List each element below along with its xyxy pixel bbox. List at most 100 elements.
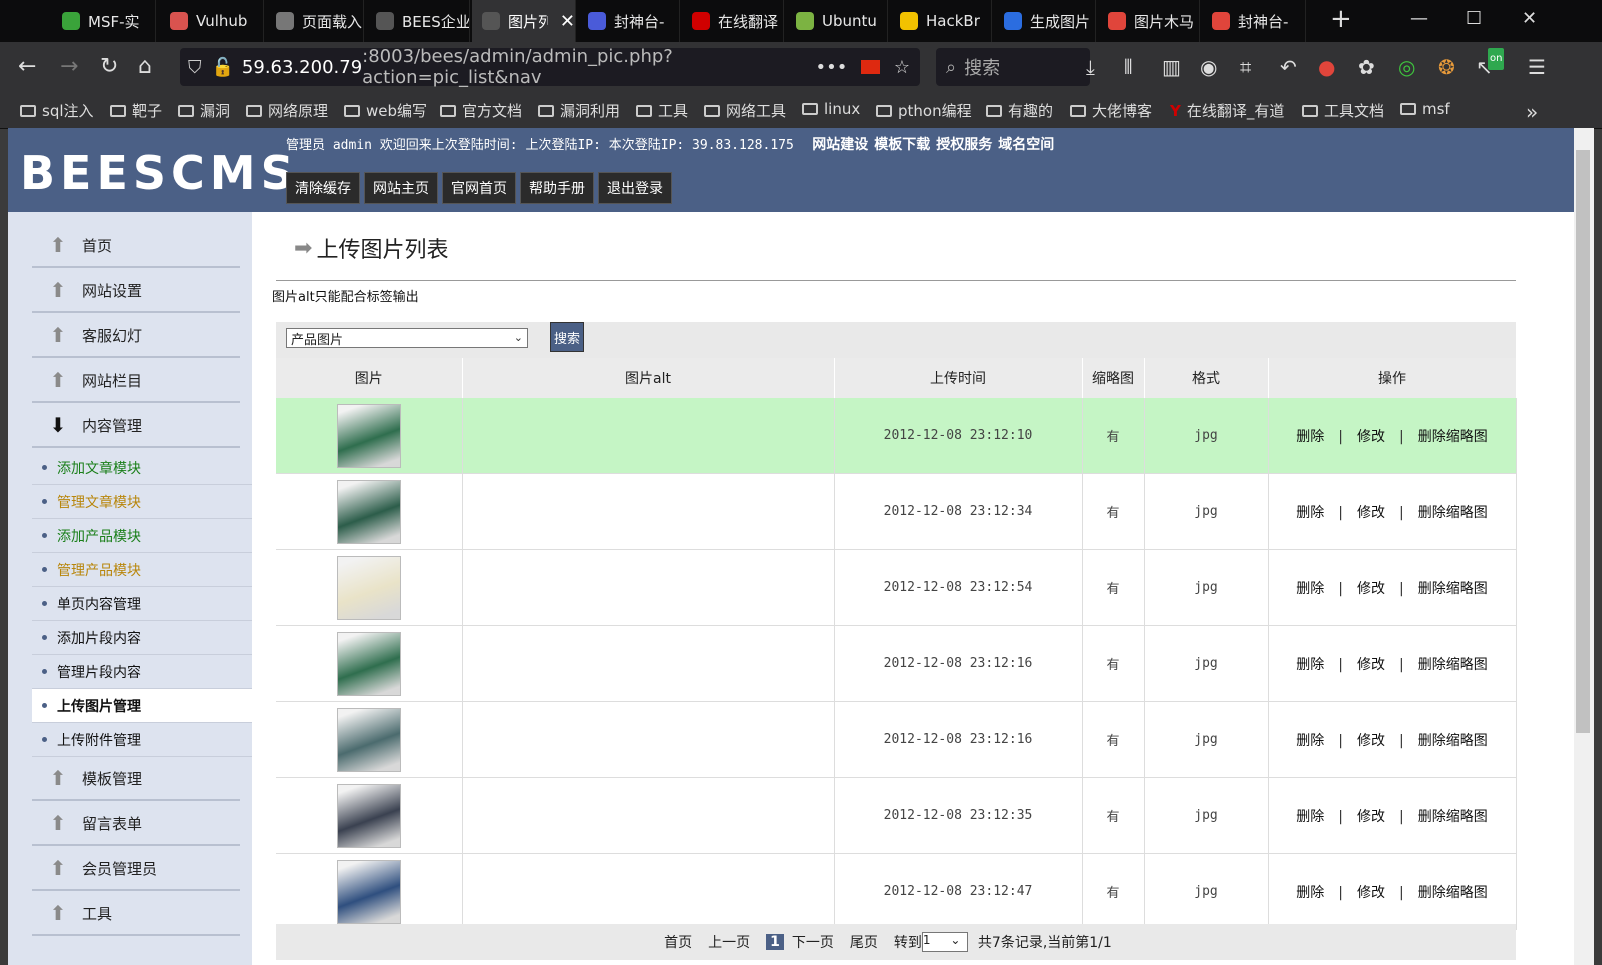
browser-tab[interactable]: 页面载入: [266, 0, 364, 42]
bookmark-star-icon[interactable]: ☆: [894, 57, 910, 78]
sidebar-item[interactable]: ⬆ 留言表单: [32, 802, 240, 846]
bookmark-folder[interactable]: 官方文档: [440, 100, 522, 121]
sidebar-subitem[interactable]: 添加片段内容: [32, 621, 252, 655]
header-button[interactable]: 网站主页: [364, 172, 438, 204]
delete-thumbnail-link[interactable]: 删除缩略图: [1418, 733, 1488, 749]
delete-thumbnail-link[interactable]: 删除缩略图: [1418, 885, 1488, 901]
menu-icon[interactable]: ☰: [1528, 56, 1546, 78]
extension-fox-icon[interactable]: ●: [1318, 56, 1335, 78]
browser-tab[interactable]: Vulhub: [160, 0, 264, 42]
edit-link[interactable]: 修改: [1357, 657, 1385, 673]
delete-thumbnail-link[interactable]: 删除缩略图: [1418, 809, 1488, 825]
delete-link[interactable]: 删除: [1296, 429, 1324, 445]
bookmark-folder[interactable]: Y 在线翻译_有道: [1170, 100, 1284, 121]
sidebar-item[interactable]: ⬆ 网站栏目: [32, 359, 240, 403]
sidebar-subitem[interactable]: 添加产品模块: [32, 519, 252, 553]
thumbnail-image[interactable]: [336, 479, 401, 544]
sidebar-subitem[interactable]: 添加文章模块: [32, 451, 252, 485]
delete-thumbnail-link[interactable]: 删除缩略图: [1418, 581, 1488, 597]
bookmark-folder[interactable]: 工具文档: [1302, 100, 1384, 121]
browser-tab[interactable]: 在线翻译: [682, 0, 784, 42]
sidebar-item[interactable]: ⬆ 模板管理: [32, 757, 240, 801]
sidebar-subitem[interactable]: 管理文章模块: [32, 485, 252, 519]
forward-icon[interactable]: →: [60, 54, 78, 80]
extension-green-icon[interactable]: ◎: [1398, 56, 1415, 78]
bookmark-folder[interactable]: 工具: [636, 100, 688, 121]
maximize-button[interactable]: ☐: [1466, 8, 1482, 29]
home-icon[interactable]: ⌂: [138, 54, 152, 80]
category-select[interactable]: 产品图片 ⌄: [286, 328, 528, 348]
edit-link[interactable]: 修改: [1357, 429, 1385, 445]
sidebar-item[interactable]: ⬆ 网站设置: [32, 269, 240, 313]
sidebar-item[interactable]: ⬆ 首页: [32, 224, 240, 268]
delete-link[interactable]: 删除: [1296, 885, 1324, 901]
library-icon[interactable]: ⫴: [1124, 56, 1132, 78]
edit-link[interactable]: 修改: [1357, 809, 1385, 825]
goto-page-select[interactable]: 1 ⌄: [921, 932, 968, 952]
bookmark-folder[interactable]: pthon编程: [876, 100, 972, 121]
browser-tab[interactable]: 图片木马: [1098, 0, 1200, 42]
back-icon[interactable]: ←: [18, 54, 36, 80]
browser-tab[interactable]: 图片列表 ✕: [472, 0, 576, 42]
delete-link[interactable]: 删除: [1296, 657, 1324, 673]
page-actions-icon[interactable]: •••: [816, 57, 848, 78]
close-window-button[interactable]: ✕: [1522, 8, 1537, 29]
thumbnail-image[interactable]: [336, 707, 401, 772]
header-link[interactable]: 授权服务: [936, 137, 992, 153]
first-page-link[interactable]: 首页: [664, 932, 692, 952]
search-input[interactable]: ⌕ 搜索: [936, 48, 1090, 86]
bookmarks-overflow-icon[interactable]: »: [1526, 100, 1538, 124]
sidebar-subitem[interactable]: 上传附件管理: [32, 723, 252, 757]
header-button[interactable]: 清除缓存: [286, 172, 360, 204]
bookmark-folder[interactable]: msf: [1400, 100, 1450, 118]
close-tab-icon[interactable]: ✕: [560, 11, 575, 32]
header-button[interactable]: 退出登录: [598, 172, 672, 204]
extension-owl-icon[interactable]: ❂: [1438, 56, 1455, 78]
reload-icon[interactable]: ↻: [100, 54, 118, 80]
url-bar[interactable]: ⛉ 🔓 59.63.200.79 :8003/bees/admin/admin_…: [180, 46, 920, 88]
account-icon[interactable]: ◉: [1200, 56, 1217, 78]
bookmark-folder[interactable]: 漏洞: [178, 100, 230, 121]
browser-tab[interactable]: 封神台-: [578, 0, 680, 42]
minimize-button[interactable]: —: [1410, 8, 1428, 29]
undo-icon[interactable]: ↶: [1280, 56, 1297, 78]
next-page-link[interactable]: 下一页: [792, 932, 834, 952]
delete-link[interactable]: 删除: [1296, 505, 1324, 521]
extension-on-icon[interactable]: ↖ on: [1476, 48, 1505, 78]
sidebar-subitem[interactable]: 管理产品模块: [32, 553, 252, 587]
bookmark-folder[interactable]: 大佬博客: [1070, 100, 1152, 121]
sidebar-subitem[interactable]: 上传图片管理: [32, 689, 252, 723]
new-tab-button[interactable]: +: [1330, 4, 1352, 34]
sidebar-item[interactable]: ⬇ 内容管理: [32, 404, 240, 448]
thumbnail-image[interactable]: [336, 783, 401, 848]
sidebar-item[interactable]: ⬆ 会员管理员: [32, 847, 240, 891]
browser-tab[interactable]: 封神台-: [1202, 0, 1306, 42]
delete-link[interactable]: 删除: [1296, 809, 1324, 825]
download-icon[interactable]: ⤓: [1086, 56, 1095, 78]
sidebar-icon[interactable]: ▥: [1162, 56, 1181, 78]
bookmark-folder[interactable]: 网络工具: [704, 100, 786, 121]
bookmark-folder[interactable]: linux: [802, 100, 860, 118]
browser-tab[interactable]: HackBr: [890, 0, 992, 42]
shield-icon[interactable]: ⛉: [188, 57, 202, 78]
header-button[interactable]: 官网首页: [442, 172, 516, 204]
thumbnail-image[interactable]: [336, 631, 401, 696]
browser-tab[interactable]: BEES企业网: [366, 0, 470, 42]
search-button[interactable]: 搜索: [550, 322, 585, 352]
browser-tab[interactable]: 生成图片: [994, 0, 1096, 42]
thumbnail-image[interactable]: [336, 859, 401, 924]
header-link[interactable]: 模板下载: [874, 137, 930, 153]
delete-link[interactable]: 删除: [1296, 733, 1324, 749]
scrollbar-thumb[interactable]: [1576, 150, 1590, 733]
edit-link[interactable]: 修改: [1357, 733, 1385, 749]
edit-link[interactable]: 修改: [1357, 505, 1385, 521]
thumbnail-image[interactable]: [336, 403, 401, 468]
delete-link[interactable]: 删除: [1296, 581, 1324, 597]
header-link[interactable]: 网站建设: [812, 137, 868, 153]
browser-tab[interactable]: Ubuntu: [786, 0, 888, 42]
extension-puzzle-icon[interactable]: ✿: [1358, 56, 1375, 78]
sidebar-subitem[interactable]: 管理片段内容: [32, 655, 252, 689]
last-page-link[interactable]: 尾页: [850, 932, 878, 952]
header-link[interactable]: 域名空间: [998, 137, 1054, 153]
edit-link[interactable]: 修改: [1357, 885, 1385, 901]
